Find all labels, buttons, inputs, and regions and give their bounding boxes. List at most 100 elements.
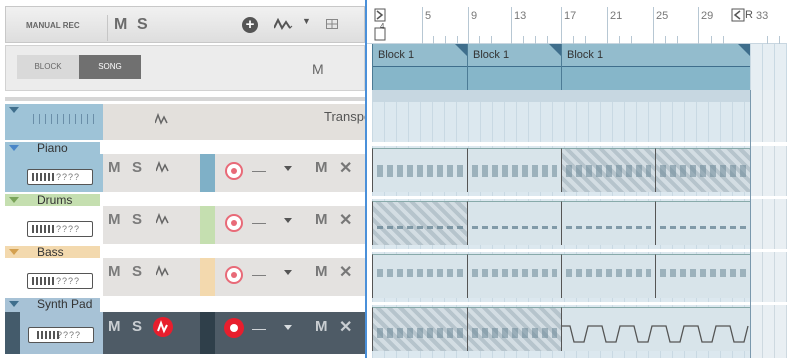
ruler-tick bbox=[547, 36, 548, 44]
midi-clip[interactable] bbox=[655, 148, 750, 192]
song-block[interactable]: Block 1 bbox=[467, 44, 561, 90]
song-block[interactable]: Block 1 bbox=[372, 44, 467, 90]
mute-output-button[interactable]: M bbox=[315, 211, 328, 228]
midi-clip[interactable] bbox=[561, 148, 655, 192]
solo-button[interactable]: S bbox=[132, 159, 142, 176]
monitor-input-indicator[interactable]: — bbox=[252, 214, 266, 230]
chevron-down-icon[interactable] bbox=[284, 166, 292, 171]
chevron-down-icon[interactable] bbox=[284, 270, 292, 275]
bar-number: 13 bbox=[514, 10, 527, 22]
mute-output-button[interactable]: M bbox=[315, 318, 328, 335]
midi-clip[interactable] bbox=[561, 201, 655, 245]
automation-active-icon[interactable] bbox=[153, 317, 173, 337]
record-arm-button[interactable] bbox=[225, 266, 243, 284]
block-view-button[interactable]: BLOCK bbox=[17, 55, 79, 79]
remove-track-button[interactable]: ✕ bbox=[339, 317, 352, 337]
collapse-triangle-icon[interactable] bbox=[9, 107, 19, 113]
bar-number: 21 bbox=[610, 10, 623, 22]
track-drums[interactable]: Drums ???? M S — M ✕ bbox=[5, 193, 365, 244]
collapse-triangle-icon[interactable] bbox=[9, 301, 19, 307]
song-block[interactable]: Block 1 bbox=[561, 44, 750, 90]
record-arm-button[interactable] bbox=[225, 162, 243, 180]
ruler-tick bbox=[665, 36, 666, 44]
bass-lane[interactable] bbox=[372, 252, 750, 302]
record-arm-button[interactable] bbox=[224, 318, 244, 338]
bar-line bbox=[607, 7, 608, 44]
monitor-input-indicator[interactable]: — bbox=[252, 320, 266, 336]
automation-wave-icon[interactable] bbox=[156, 265, 170, 277]
song-view-button[interactable]: SONG bbox=[79, 55, 141, 79]
remove-track-button[interactable]: ✕ bbox=[339, 210, 352, 230]
monitor-input-indicator[interactable]: — bbox=[252, 162, 266, 178]
midi-clip[interactable] bbox=[372, 254, 467, 298]
remove-track-button[interactable]: ✕ bbox=[339, 262, 352, 282]
automation-wave-icon[interactable] bbox=[156, 161, 170, 173]
instrument-icon[interactable]: ???? bbox=[27, 169, 93, 185]
ruler-tick bbox=[619, 36, 620, 44]
track-name[interactable]: Synth Pad bbox=[37, 297, 92, 311]
remove-track-button[interactable]: ✕ bbox=[339, 158, 352, 178]
synth-pad-lane[interactable] bbox=[372, 305, 750, 358]
instrument-icon[interactable]: ???? bbox=[28, 327, 94, 343]
track-synth-pad[interactable]: Synth Pad ???? M S — M ✕ bbox=[5, 297, 365, 354]
add-track-icon[interactable]: + bbox=[242, 17, 258, 33]
instrument-icon[interactable]: ???? bbox=[27, 273, 93, 289]
instrument-icon[interactable]: ???? bbox=[27, 221, 93, 237]
midi-clip[interactable] bbox=[561, 254, 655, 298]
mute-button[interactable]: M bbox=[108, 159, 121, 176]
global-solo-button[interactable]: S bbox=[137, 16, 148, 34]
mute-button[interactable]: M bbox=[108, 318, 121, 335]
midi-clip[interactable] bbox=[372, 307, 467, 351]
drums-lane[interactable] bbox=[372, 199, 750, 249]
loop-end-marker-icon[interactable] bbox=[731, 8, 745, 22]
lane-divider bbox=[372, 90, 750, 102]
automation-clip[interactable] bbox=[561, 307, 750, 351]
track-name[interactable]: Drums bbox=[37, 193, 72, 207]
automation-wave-icon[interactable] bbox=[156, 213, 170, 225]
midi-clip[interactable] bbox=[372, 201, 467, 245]
grid-icon[interactable] bbox=[326, 19, 338, 29]
solo-button[interactable]: S bbox=[132, 263, 142, 280]
ruler-tick bbox=[711, 36, 712, 44]
track-bass[interactable]: Bass ???? M S — M ✕ bbox=[5, 245, 365, 296]
midi-clip[interactable] bbox=[467, 254, 561, 298]
global-mute-button[interactable]: M bbox=[114, 16, 127, 34]
piano-lane[interactable] bbox=[372, 146, 750, 196]
chevron-down-icon[interactable]: ▼ bbox=[302, 16, 311, 26]
track-name[interactable]: Bass bbox=[37, 245, 64, 259]
main-toolbar: MANUAL REC M S + ▼ bbox=[5, 6, 365, 43]
ruler-tick bbox=[433, 36, 434, 44]
solo-button[interactable]: S bbox=[132, 211, 142, 228]
midi-clip[interactable] bbox=[467, 307, 561, 351]
record-arm-button[interactable] bbox=[225, 214, 243, 232]
chevron-down-icon[interactable] bbox=[284, 218, 292, 223]
midi-clip[interactable] bbox=[655, 254, 750, 298]
automation-wave-icon[interactable] bbox=[155, 113, 169, 125]
midi-clip[interactable] bbox=[655, 201, 750, 245]
midi-clip[interactable] bbox=[467, 201, 561, 245]
automation-wave-icon[interactable] bbox=[274, 18, 296, 30]
track-piano[interactable]: Piano ???? M S — M ✕ bbox=[5, 141, 365, 192]
midi-clip[interactable] bbox=[467, 148, 561, 192]
mute-button[interactable]: M bbox=[108, 263, 121, 280]
mute-button[interactable]: M bbox=[108, 211, 121, 228]
manual-rec-button[interactable]: MANUAL REC bbox=[26, 21, 80, 30]
solo-button[interactable]: S bbox=[132, 318, 142, 335]
timeline-ruler[interactable]: 4 5 9 13 17 21 25 29 R 33 bbox=[367, 0, 787, 44]
mute-output-button[interactable]: M bbox=[315, 159, 328, 176]
collapse-triangle-icon[interactable] bbox=[9, 145, 19, 151]
transport-track[interactable]: Transport bbox=[5, 104, 379, 140]
mute-output-button[interactable]: M bbox=[315, 263, 328, 280]
automation-curve[interactable] bbox=[562, 318, 751, 346]
track-name[interactable]: Piano bbox=[37, 141, 68, 155]
bar-number: 5 bbox=[425, 10, 432, 22]
monitor-input-indicator[interactable]: — bbox=[252, 266, 266, 282]
collapse-triangle-icon[interactable] bbox=[9, 197, 19, 203]
ruler-tick bbox=[523, 36, 524, 44]
collapse-triangle-icon[interactable] bbox=[9, 249, 19, 255]
master-mute-button[interactable]: M bbox=[312, 61, 324, 77]
chevron-down-icon[interactable] bbox=[284, 325, 292, 330]
midi-clip[interactable] bbox=[372, 148, 467, 192]
transport-lane[interactable] bbox=[372, 102, 750, 142]
lane-outside bbox=[750, 252, 787, 302]
